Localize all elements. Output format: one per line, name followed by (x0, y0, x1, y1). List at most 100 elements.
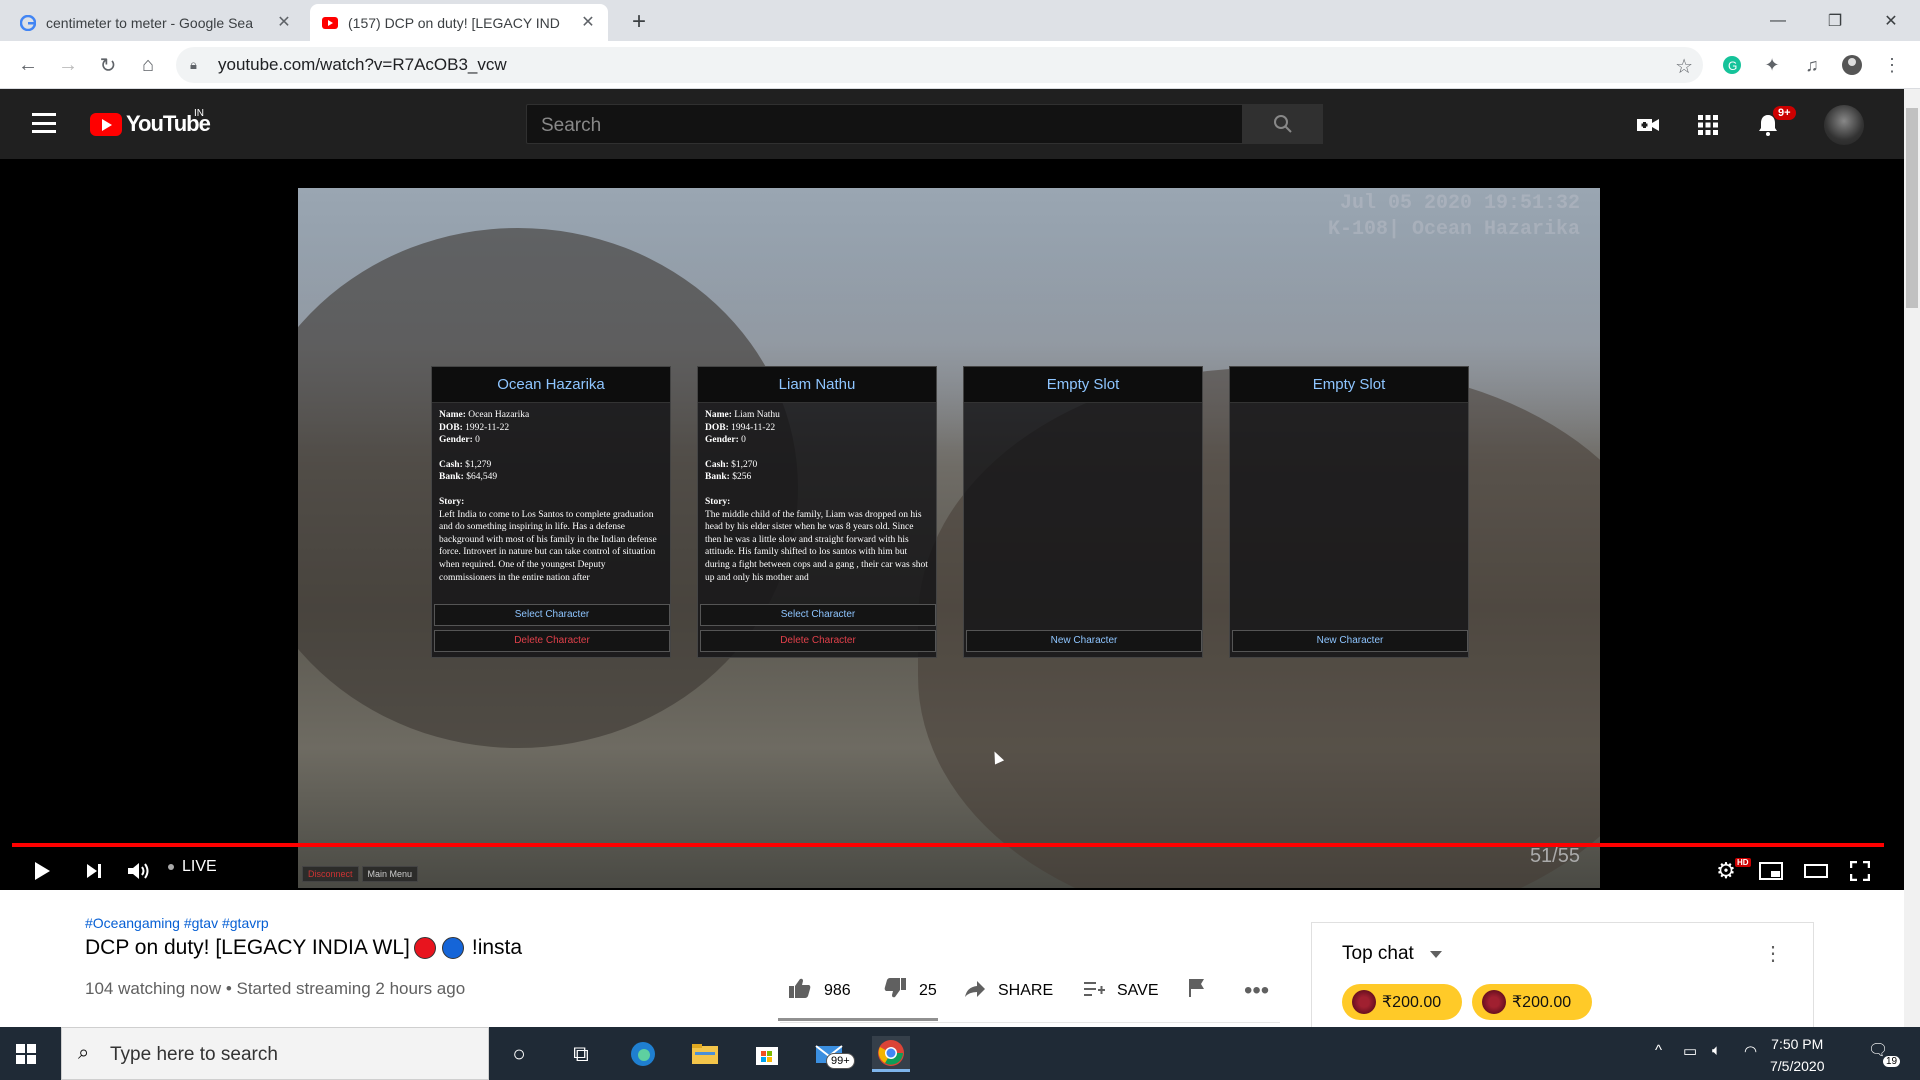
forward-icon[interactable]: → (52, 49, 84, 81)
new-character-button[interactable]: New Character (1232, 630, 1468, 652)
red-circle-icon (413, 937, 436, 959)
dislike-button[interactable]: 25 (883, 978, 937, 1004)
apps-grid-icon[interactable] (1694, 111, 1722, 139)
hashtags[interactable]: #Oceangaming #gtav #gtavrp (85, 915, 269, 931)
character-bank: $64,549 (466, 472, 498, 483)
profile-icon[interactable] (1840, 53, 1864, 77)
chrome-icon[interactable] (872, 1036, 910, 1072)
share-icon (964, 978, 986, 1004)
dob-label: DOB: (705, 422, 729, 433)
close-tab-icon[interactable]: ✕ (580, 14, 596, 31)
character-gender: 0 (741, 435, 746, 446)
chevron-down-icon[interactable] (1430, 951, 1442, 958)
url-text: youtube.com/watch?v=R7AcOB3_vcw (218, 55, 507, 74)
reload-icon[interactable]: ↻ (92, 49, 124, 81)
flag-icon (1188, 978, 1206, 1004)
grammarly-icon[interactable]: G (1720, 53, 1744, 77)
main-menu-tab[interactable]: Main Menu (361, 866, 419, 882)
store-icon[interactable] (748, 1036, 786, 1072)
character-details: Name: Liam Nathu DOB: 1994-11-22 Gender:… (698, 403, 936, 599)
character-bank: $256 (732, 472, 752, 483)
file-explorer-icon[interactable] (686, 1036, 724, 1072)
media-control-icon[interactable]: ♫ (1800, 53, 1824, 77)
select-character-button[interactable]: Select Character (700, 604, 936, 626)
speaker-icon[interactable]: 🔈︎ (1712, 1042, 1721, 1059)
chat-menu-icon[interactable]: ⋮ (1763, 941, 1783, 966)
cortana-icon[interactable]: ○ (500, 1036, 538, 1072)
progress-bar[interactable] (12, 843, 1884, 847)
minimize-icon[interactable]: — (1755, 0, 1801, 41)
name-label: Name: (705, 410, 732, 420)
windows-start-icon[interactable] (16, 1044, 36, 1064)
delete-character-button[interactable]: Delete Character (700, 630, 936, 652)
browser-toolbar: ← → ↻ ⌂ 🔒︎ youtube.com/watch?v=R7AcOB3_v… (0, 41, 1920, 89)
menu-icon[interactable] (32, 113, 56, 133)
report-button[interactable] (1188, 978, 1218, 1004)
play-icon[interactable] (26, 855, 58, 887)
search-button[interactable] (1243, 104, 1323, 144)
video-player[interactable]: Jul 05 2020 19:51:32 K-108| Ocean Hazari… (0, 159, 1904, 890)
disconnect-tab[interactable]: Disconnect (302, 866, 359, 882)
browser-menu-icon[interactable]: ⋮ (1880, 53, 1904, 77)
close-window-icon[interactable]: ✕ (1868, 0, 1914, 41)
show-hidden-icons-icon[interactable]: ^ (1655, 1042, 1662, 1059)
character-card: Ocean Hazarika Name: Ocean Hazarika DOB:… (431, 366, 671, 658)
taskbar-clock[interactable]: 7:50 PM 7/5/2020 (1770, 1033, 1825, 1077)
empty-slot-card: Empty Slot New Character (963, 366, 1203, 658)
taskbar-search-placeholder: Type here to search (110, 1044, 278, 1065)
miniplayer-icon[interactable] (1755, 855, 1787, 887)
restore-icon[interactable]: ❐ (1812, 0, 1858, 41)
youtube-logo[interactable]: YouTube IN (90, 108, 211, 137)
avatar[interactable] (1824, 105, 1864, 145)
like-count: 986 (824, 982, 851, 999)
more-actions-icon[interactable]: ••• (1244, 977, 1281, 1004)
wifi-icon[interactable]: ◠ (1744, 1042, 1757, 1060)
delete-character-button[interactable]: Delete Character (434, 630, 670, 652)
superchat-avatar (1482, 990, 1506, 1014)
create-video-icon[interactable] (1634, 111, 1662, 139)
counter-overlay: 51/55 (1529, 845, 1580, 867)
actions-divider (780, 1022, 1280, 1023)
search-input[interactable]: Search (526, 104, 1243, 144)
bookmark-star-icon[interactable]: ☆ (1675, 54, 1693, 79)
back-icon[interactable]: ← (12, 49, 44, 81)
fullscreen-icon[interactable] (1844, 855, 1876, 887)
theater-mode-icon[interactable] (1800, 855, 1832, 887)
scrollbar-thumb[interactable] (1906, 108, 1918, 308)
character-card-title: Liam Nathu (698, 367, 936, 403)
tab-google-search[interactable]: centimeter to meter - Google Sea ✕ (8, 4, 304, 41)
cash-label: Cash: (705, 459, 729, 470)
next-icon[interactable] (78, 855, 110, 887)
google-icon (20, 14, 36, 31)
share-button[interactable]: SHARE (964, 978, 1053, 1004)
video-meta: 104 watching now • Started streaming 2 h… (85, 979, 466, 998)
task-view-icon[interactable]: ⧉ (562, 1036, 600, 1072)
edge-icon[interactable] (624, 1036, 662, 1072)
superchat-chip[interactable]: ₹200.00 (1342, 984, 1462, 1020)
select-character-button[interactable]: Select Character (434, 604, 670, 626)
like-button[interactable]: 986 (788, 978, 851, 1004)
new-character-button[interactable]: New Character (966, 630, 1202, 652)
more-horizontal-icon: ••• (1244, 977, 1270, 1004)
playlist-add-icon (1083, 978, 1105, 1004)
empty-slot-title: Empty Slot (964, 367, 1202, 403)
close-tab-icon[interactable]: ✕ (276, 14, 292, 31)
address-bar[interactable]: 🔒︎ youtube.com/watch?v=R7AcOB3_vcw ☆ (176, 47, 1703, 83)
tab-title: (157) DCP on duty! [LEGACY IND (348, 14, 560, 31)
home-icon[interactable]: ⌂ (132, 49, 164, 81)
extensions-icon[interactable]: ✦ (1760, 53, 1784, 77)
character-dob: 1992-11-22 (465, 422, 510, 433)
superchat-chip[interactable]: ₹200.00 (1472, 984, 1592, 1020)
volume-icon[interactable] (123, 855, 155, 887)
blue-circle-icon (441, 937, 464, 959)
taskbar-search-input[interactable]: ⌕ Type here to search (61, 1027, 489, 1080)
tab-youtube[interactable]: (157) DCP on duty! [LEGACY IND ✕ (310, 4, 608, 41)
battery-icon[interactable]: ▭ (1683, 1042, 1697, 1060)
save-button[interactable]: SAVE (1083, 978, 1159, 1004)
live-indicator[interactable]: LIVE (168, 858, 217, 876)
live-label: LIVE (182, 858, 217, 875)
video-title-text: DCP on duty! [LEGACY INDIA WL] (85, 936, 410, 959)
new-tab-button[interactable]: + (625, 8, 653, 36)
save-label: SAVE (1117, 982, 1159, 999)
chat-mode-selector[interactable]: Top chat (1342, 943, 1414, 965)
